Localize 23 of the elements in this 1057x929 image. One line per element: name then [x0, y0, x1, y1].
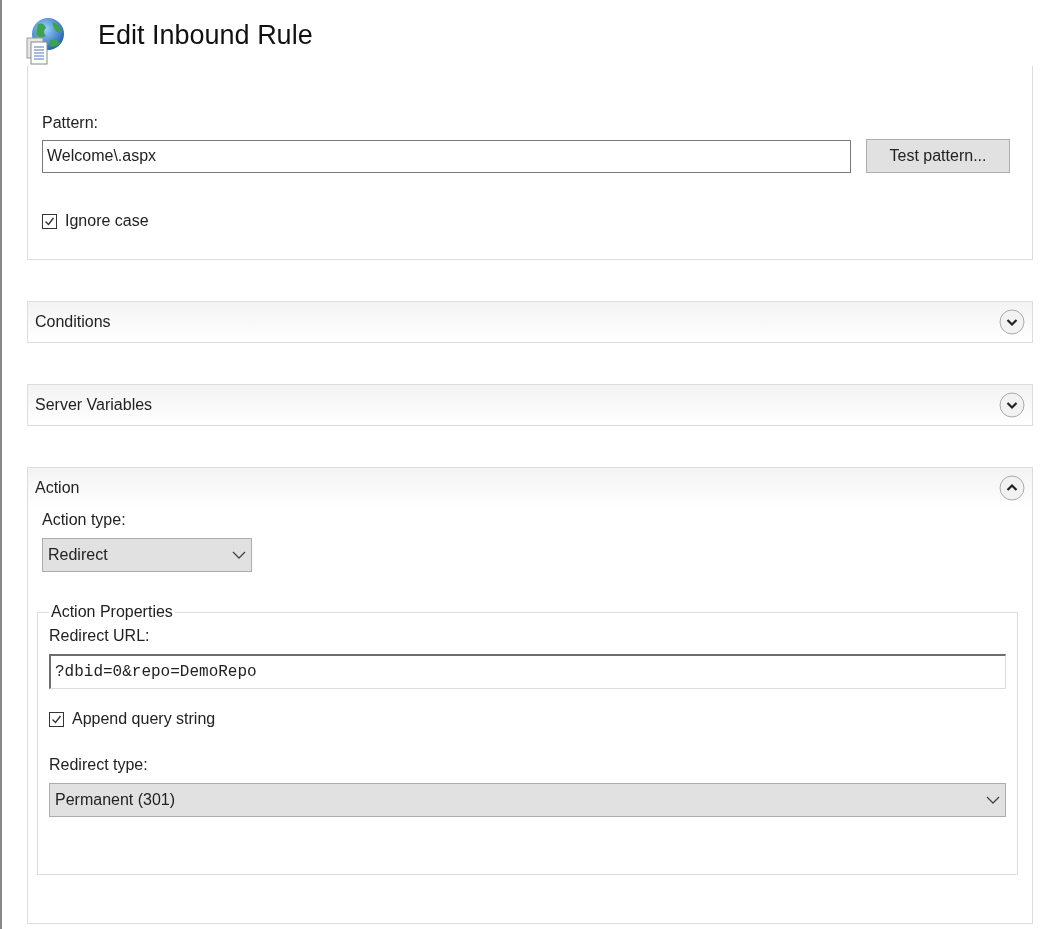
section-title[interactable]: Server Variables [35, 393, 153, 417]
redirect-type-dropdown[interactable]: Permanent (301) [49, 783, 1006, 817]
window-title: Edit Inbound Rule [98, 18, 313, 52]
section-title[interactable]: Action [35, 476, 80, 500]
collapse-icon[interactable] [999, 475, 1025, 501]
checkbox-label: Ignore case [65, 211, 149, 231]
field-label: Action type: [42, 510, 127, 530]
caret-icon [986, 796, 1000, 804]
checkbox[interactable] [42, 213, 57, 229]
expand-icon[interactable] [999, 309, 1025, 335]
field-label: Pattern: [42, 113, 100, 133]
field-label: Redirect type: [49, 755, 149, 775]
caret-icon [232, 551, 246, 559]
test-pattern-button[interactable]: Test pattern... [866, 139, 1010, 173]
redirect-url-field[interactable]: ?dbid=0&repo=DemoRepo [49, 654, 1006, 689]
checkbox-label: Append query string [72, 709, 216, 729]
action-type-dropdown[interactable]: Redirect [42, 538, 252, 572]
checkbox[interactable] [49, 711, 64, 727]
section-title[interactable]: Conditions [35, 310, 111, 334]
expand-icon[interactable] [999, 392, 1025, 418]
group-title: Action Properties [50, 602, 174, 622]
pattern-field[interactable]: Welcome\.aspx [42, 139, 851, 173]
field-label: Redirect URL: [49, 626, 151, 646]
